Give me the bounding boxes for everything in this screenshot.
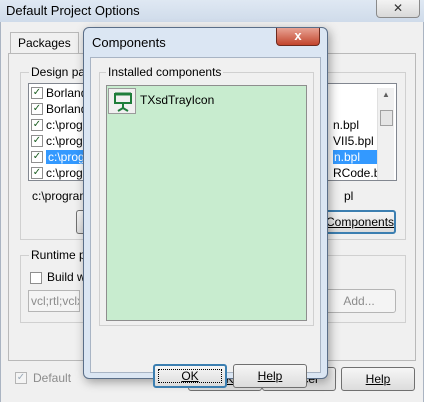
components-dialog-title: Components (92, 35, 166, 50)
package-checkbox[interactable]: ✓ (31, 103, 43, 115)
components-button[interactable]: Components (324, 210, 396, 234)
ok-button[interactable]: OK (153, 364, 227, 388)
installed-components-group: Installed components TXsdTrayIcon (99, 65, 314, 326)
focus-rectangle (158, 369, 222, 383)
scrollbar-thumb[interactable] (380, 110, 393, 126)
default-label: Default (33, 371, 72, 385)
package-name: Borland (46, 86, 88, 100)
add-button[interactable]: Add... (322, 289, 396, 313)
package-checkbox[interactable]: ✓ (31, 87, 43, 99)
close-icon: ✕ (392, 1, 404, 15)
tab-packages[interactable]: Packages (10, 32, 79, 54)
component-name: TXsdTrayIcon (140, 93, 215, 107)
package-checkbox[interactable]: ✓ (31, 151, 43, 163)
package-name-tail: VII5.bpl (333, 134, 374, 148)
package-name: c:\prog (46, 150, 87, 164)
components-dialog: Components x Installed components TXsdTr… (83, 27, 328, 388)
help-button-label: Help (257, 369, 283, 383)
package-name: c:\prog (46, 118, 83, 132)
package-checkbox[interactable]: ✓ (31, 119, 43, 131)
help-button[interactable]: Help (233, 364, 307, 388)
package-path-tail: pl (344, 189, 354, 203)
close-icon: x (294, 28, 302, 43)
tab-packages-label: Packages (18, 36, 71, 50)
package-name: c:\prog (46, 166, 83, 180)
package-path: c:\program (32, 189, 90, 203)
package-name-tail: n.bpl (333, 150, 377, 164)
add-button-label: Add... (343, 294, 375, 308)
package-checkbox[interactable]: ✓ (31, 135, 43, 147)
scroll-up-icon[interactable]: ▲ (382, 90, 390, 99)
runtime-packages-field[interactable]: vcl;rtl;vclx; (28, 290, 80, 312)
package-name-tail: n.bpl (333, 118, 360, 132)
package-list-scrollbar[interactable]: ▲ (377, 88, 394, 180)
package-checkbox[interactable]: ✓ (31, 167, 43, 179)
help-button-outer-label: Help (365, 372, 391, 386)
outer-close-button[interactable]: ✕ (376, 0, 420, 18)
package-name: c:\prog (46, 134, 83, 148)
outer-titlebar: Default Project Options ✕ (0, 0, 424, 22)
default-checkbox[interactable]: ✓ (15, 372, 27, 384)
help-button-outer[interactable]: Help (341, 367, 415, 391)
components-dialog-body: Installed components TXsdTrayIcon OK Hel… (90, 57, 321, 388)
runtime-packages-value: vcl;rtl;vclx; (31, 294, 79, 308)
modal-close-button[interactable]: x (276, 28, 320, 46)
package-name: Borland (46, 102, 88, 116)
components-button-label: Components (326, 215, 395, 229)
outer-window-title: Default Project Options (6, 3, 140, 18)
build-with-runtime-checkbox[interactable] (30, 272, 42, 284)
installed-components-list[interactable]: TXsdTrayIcon (106, 85, 307, 321)
tray-icon[interactable] (108, 88, 136, 114)
installed-components-caption: Installed components (106, 65, 224, 79)
